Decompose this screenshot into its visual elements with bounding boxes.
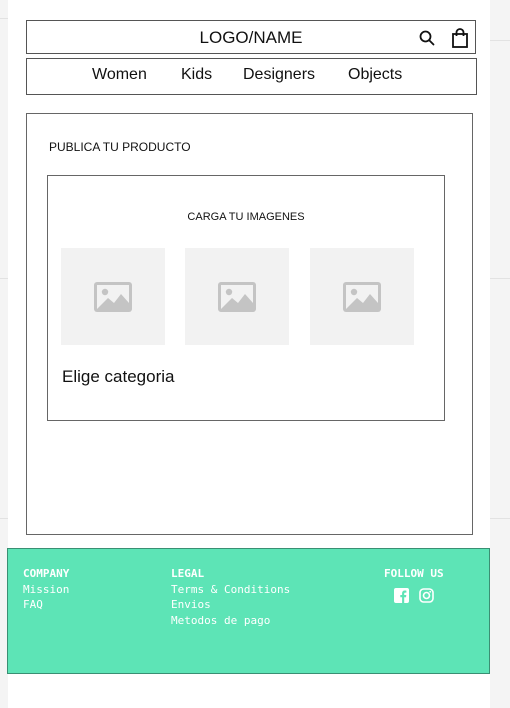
footer-link-faq[interactable]: FAQ [23,597,69,613]
background-grid-line [490,40,510,41]
background-grid-line [0,278,8,279]
image-slot-1[interactable] [61,248,165,345]
instagram-icon[interactable] [419,588,434,603]
footer-link-terms[interactable]: Terms & Conditions [171,582,290,598]
nav-item-kids[interactable]: Kids [181,59,212,93]
upload-title: CARGA TU IMAGENES [187,211,305,223]
footer-legal-column: LEGAL Terms & Conditions Envios Metodos … [171,566,290,628]
social-links [394,588,434,603]
image-slot-3[interactable] [310,248,414,345]
image-slot-2[interactable] [185,248,289,345]
site-header: LOGO/NAME [26,20,476,54]
nav-item-women[interactable]: Women [92,59,147,93]
image-upload-box: CARGA TU IMAGENES Elige categoria [47,175,445,421]
image-placeholder-icon [94,281,132,312]
background-grid-line [0,518,8,519]
footer-company-column: COMPANY Mission FAQ [23,566,69,613]
background-grid-line [0,18,8,19]
nav-item-designers[interactable]: Designers [243,59,315,93]
publish-title: PUBLICA TU PRODUCTO [49,140,191,154]
footer-heading: FOLLOW US [384,567,444,580]
footer-link-mission[interactable]: Mission [23,582,69,598]
footer-follow-column: FOLLOW US [384,566,444,582]
logo[interactable]: LOGO/NAME [27,21,475,55]
footer-link-envios[interactable]: Envios [171,597,290,613]
facebook-icon[interactable] [394,588,409,603]
publish-product-panel: PUBLICA TU PRODUCTO CARGA TU IMAGENES El… [26,113,473,535]
footer-heading: LEGAL [171,567,205,580]
search-icon[interactable] [419,21,435,55]
footer-heading: COMPANY [23,567,70,580]
site-footer: COMPANY Mission FAQ LEGAL Terms & Condit… [7,548,490,674]
footer-link-metodos-de-pago[interactable]: Metodos de pago [171,613,290,629]
nav-item-objects[interactable]: Objects [348,59,402,93]
image-placeholder-icon [343,281,381,312]
background-grid-line [490,278,510,279]
shopping-bag-icon[interactable] [452,21,468,55]
background-grid-line [490,518,510,519]
main-nav: Women Kids Designers Objects [26,58,477,95]
image-placeholder-icon [218,281,256,312]
category-select[interactable]: Elige categoria [62,367,174,387]
